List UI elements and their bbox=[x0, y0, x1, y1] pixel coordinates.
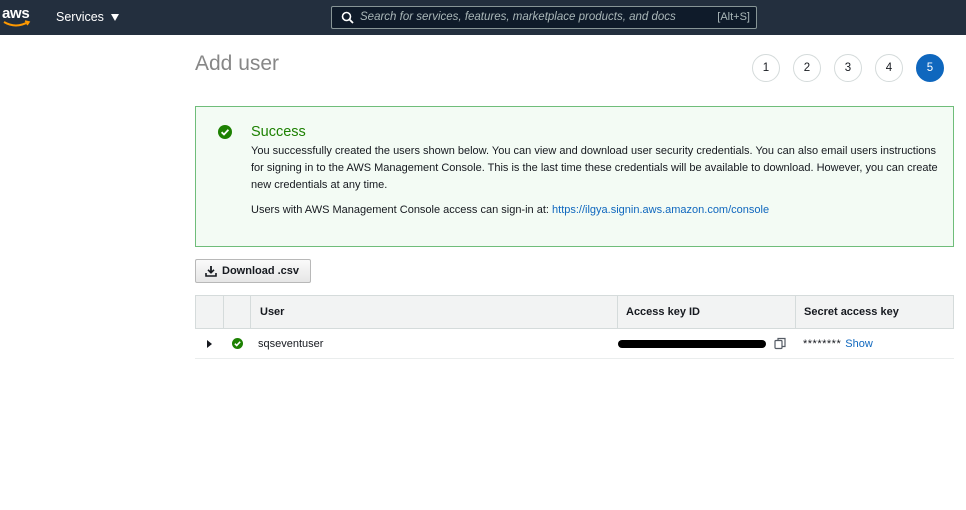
step-5-active[interactable]: 5 bbox=[916, 54, 944, 82]
download-csv-label: Download .csv bbox=[222, 265, 300, 277]
row-expand-toggle[interactable] bbox=[207, 329, 212, 358]
header-user[interactable]: User bbox=[260, 296, 284, 328]
success-message: You successfully created the users shown… bbox=[251, 145, 938, 191]
header-divider bbox=[250, 296, 251, 328]
aws-smile-icon bbox=[3, 20, 31, 27]
signin-url-link[interactable]: https://ilgya.signin.aws.amazon.com/cons… bbox=[552, 204, 769, 216]
table-header: User Access key ID Secret access key bbox=[195, 295, 954, 329]
secret-mask: ******** bbox=[803, 337, 842, 350]
caret-down-icon bbox=[110, 13, 119, 21]
header-divider bbox=[223, 296, 224, 328]
aws-logo[interactable]: aws bbox=[2, 5, 32, 29]
step-2[interactable]: 2 bbox=[793, 54, 821, 82]
download-csv-button[interactable]: Download .csv bbox=[195, 259, 311, 283]
header-divider bbox=[617, 296, 618, 328]
redacted-access-key bbox=[618, 339, 766, 348]
table-row: sqseventuser ******** Show bbox=[195, 329, 954, 359]
row-secret-access-key: ******** Show bbox=[803, 329, 873, 358]
copy-icon bbox=[774, 337, 786, 350]
row-status bbox=[232, 329, 243, 358]
wizard-steps: 1 2 3 4 5 bbox=[752, 54, 944, 82]
header-secret-access-key[interactable]: Secret access key bbox=[804, 296, 899, 328]
search-icon bbox=[341, 11, 354, 24]
step-1[interactable]: 1 bbox=[752, 54, 780, 82]
search-shortcut: [Alt+S] bbox=[717, 11, 750, 23]
search-input[interactable]: Search for services, features, marketpla… bbox=[331, 6, 757, 29]
step-4[interactable]: 4 bbox=[875, 54, 903, 82]
header-access-key-id[interactable]: Access key ID bbox=[626, 296, 700, 328]
row-access-key-id bbox=[618, 329, 766, 358]
step-3[interactable]: 3 bbox=[834, 54, 862, 82]
signin-prefix: Users with AWS Management Console access… bbox=[251, 204, 553, 216]
signin-info: Users with AWS Management Console access… bbox=[251, 204, 769, 216]
services-label: Services bbox=[56, 10, 104, 24]
show-secret-link[interactable]: Show bbox=[845, 338, 873, 350]
users-table: User Access key ID Secret access key sqs… bbox=[195, 295, 954, 359]
copy-access-key-button[interactable] bbox=[774, 329, 787, 358]
search-placeholder: Search for services, features, marketpla… bbox=[360, 11, 676, 23]
download-icon bbox=[205, 266, 217, 277]
services-menu-button[interactable]: Services bbox=[56, 10, 119, 24]
success-check-icon bbox=[218, 125, 232, 139]
success-check-icon bbox=[232, 338, 243, 349]
success-title: Success bbox=[251, 124, 306, 140]
page-title: Add user bbox=[195, 52, 280, 75]
caret-right-icon bbox=[207, 339, 212, 348]
header-divider bbox=[795, 296, 796, 328]
top-nav: aws Services Search for services, featur… bbox=[0, 0, 966, 35]
success-alert: Success You successfully created the use… bbox=[195, 106, 954, 247]
row-user: sqseventuser bbox=[258, 337, 324, 350]
